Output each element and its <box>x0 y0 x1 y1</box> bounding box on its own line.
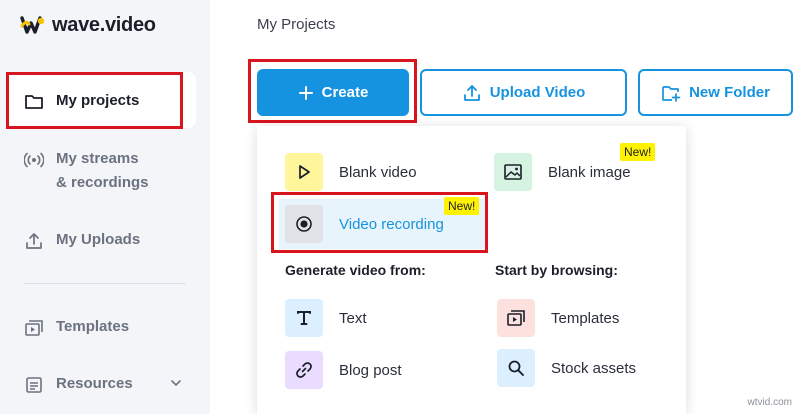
menu-item-text[interactable]: Text <box>285 299 367 337</box>
templates-icon <box>497 299 535 337</box>
upload-video-label: Upload Video <box>489 84 586 101</box>
sidebar-divider <box>24 283 186 284</box>
menu-item-blog-post[interactable]: Blog post <box>285 351 402 389</box>
sidebar-item-resources[interactable]: Resources <box>24 375 133 395</box>
sidebar: wave.video My projects My streams & reco… <box>0 0 210 414</box>
record-icon <box>285 205 323 243</box>
sidebar-item-label: Resources <box>56 375 133 392</box>
menu-item-templates[interactable]: Templates <box>497 299 619 337</box>
folder-plus-icon <box>662 85 681 102</box>
sidebar-item-label: Templates <box>56 318 130 335</box>
menu-item-label: Blank image <box>548 163 631 181</box>
menu-item-label: Templates <box>551 309 620 327</box>
sidebar-item-my-streams[interactable]: My streams & recordings <box>24 150 149 195</box>
generate-section-title: Generate video from: <box>285 262 426 278</box>
menu-item-label: Video recording <box>339 215 444 233</box>
sidebar-item-my-projects[interactable]: My projects <box>24 92 139 112</box>
menu-item-label: Stock assets <box>551 359 637 377</box>
play-icon <box>285 153 323 191</box>
new-folder-button[interactable]: New Folder <box>638 69 793 116</box>
sidebar-item-label: My streams & recordings <box>56 150 149 191</box>
upload-video-button[interactable]: Upload Video <box>420 69 627 116</box>
sidebar-item-label: My Uploads <box>56 231 141 248</box>
create-button-label: Create <box>321 84 369 101</box>
upload-icon <box>463 84 480 101</box>
brand-name: wave.video <box>52 13 156 36</box>
sidebar-item-label: My projects <box>56 92 140 109</box>
new-badge: New! <box>444 197 480 215</box>
plus-icon <box>298 85 313 100</box>
menu-item-blank-video[interactable]: Blank video <box>285 153 417 191</box>
menu-item-stock-assets[interactable]: Stock assets <box>497 349 636 387</box>
templates-icon <box>25 320 43 336</box>
chevron-down-icon[interactable] <box>170 377 182 389</box>
new-badge: New! <box>620 143 656 161</box>
breadcrumb: My Projects <box>257 16 336 33</box>
search-icon <box>497 349 535 387</box>
wave-logo-icon <box>20 16 45 34</box>
document-icon <box>26 377 42 393</box>
link-icon <box>285 351 323 389</box>
menu-item-label: Blog post <box>339 361 402 379</box>
brand-logo[interactable]: wave.video <box>20 12 156 38</box>
menu-item-label: Blank video <box>339 163 417 181</box>
text-icon <box>285 299 323 337</box>
menu-item-blank-image[interactable]: Blank image <box>494 153 631 191</box>
create-dropdown-menu: Blank video Blank image New! Video recor… <box>257 126 686 414</box>
folder-icon <box>25 95 43 109</box>
broadcast-icon <box>24 152 44 168</box>
browse-section-title: Start by browsing: <box>495 262 618 278</box>
create-button[interactable]: Create <box>257 69 409 116</box>
new-folder-label: New Folder <box>689 84 770 101</box>
watermark: wtvid.com <box>747 397 792 408</box>
sidebar-item-templates[interactable]: Templates <box>24 318 129 338</box>
menu-item-label: Text <box>339 309 367 327</box>
upload-icon <box>26 233 42 249</box>
image-icon <box>494 153 532 191</box>
sidebar-item-my-uploads[interactable]: My Uploads <box>24 231 140 251</box>
